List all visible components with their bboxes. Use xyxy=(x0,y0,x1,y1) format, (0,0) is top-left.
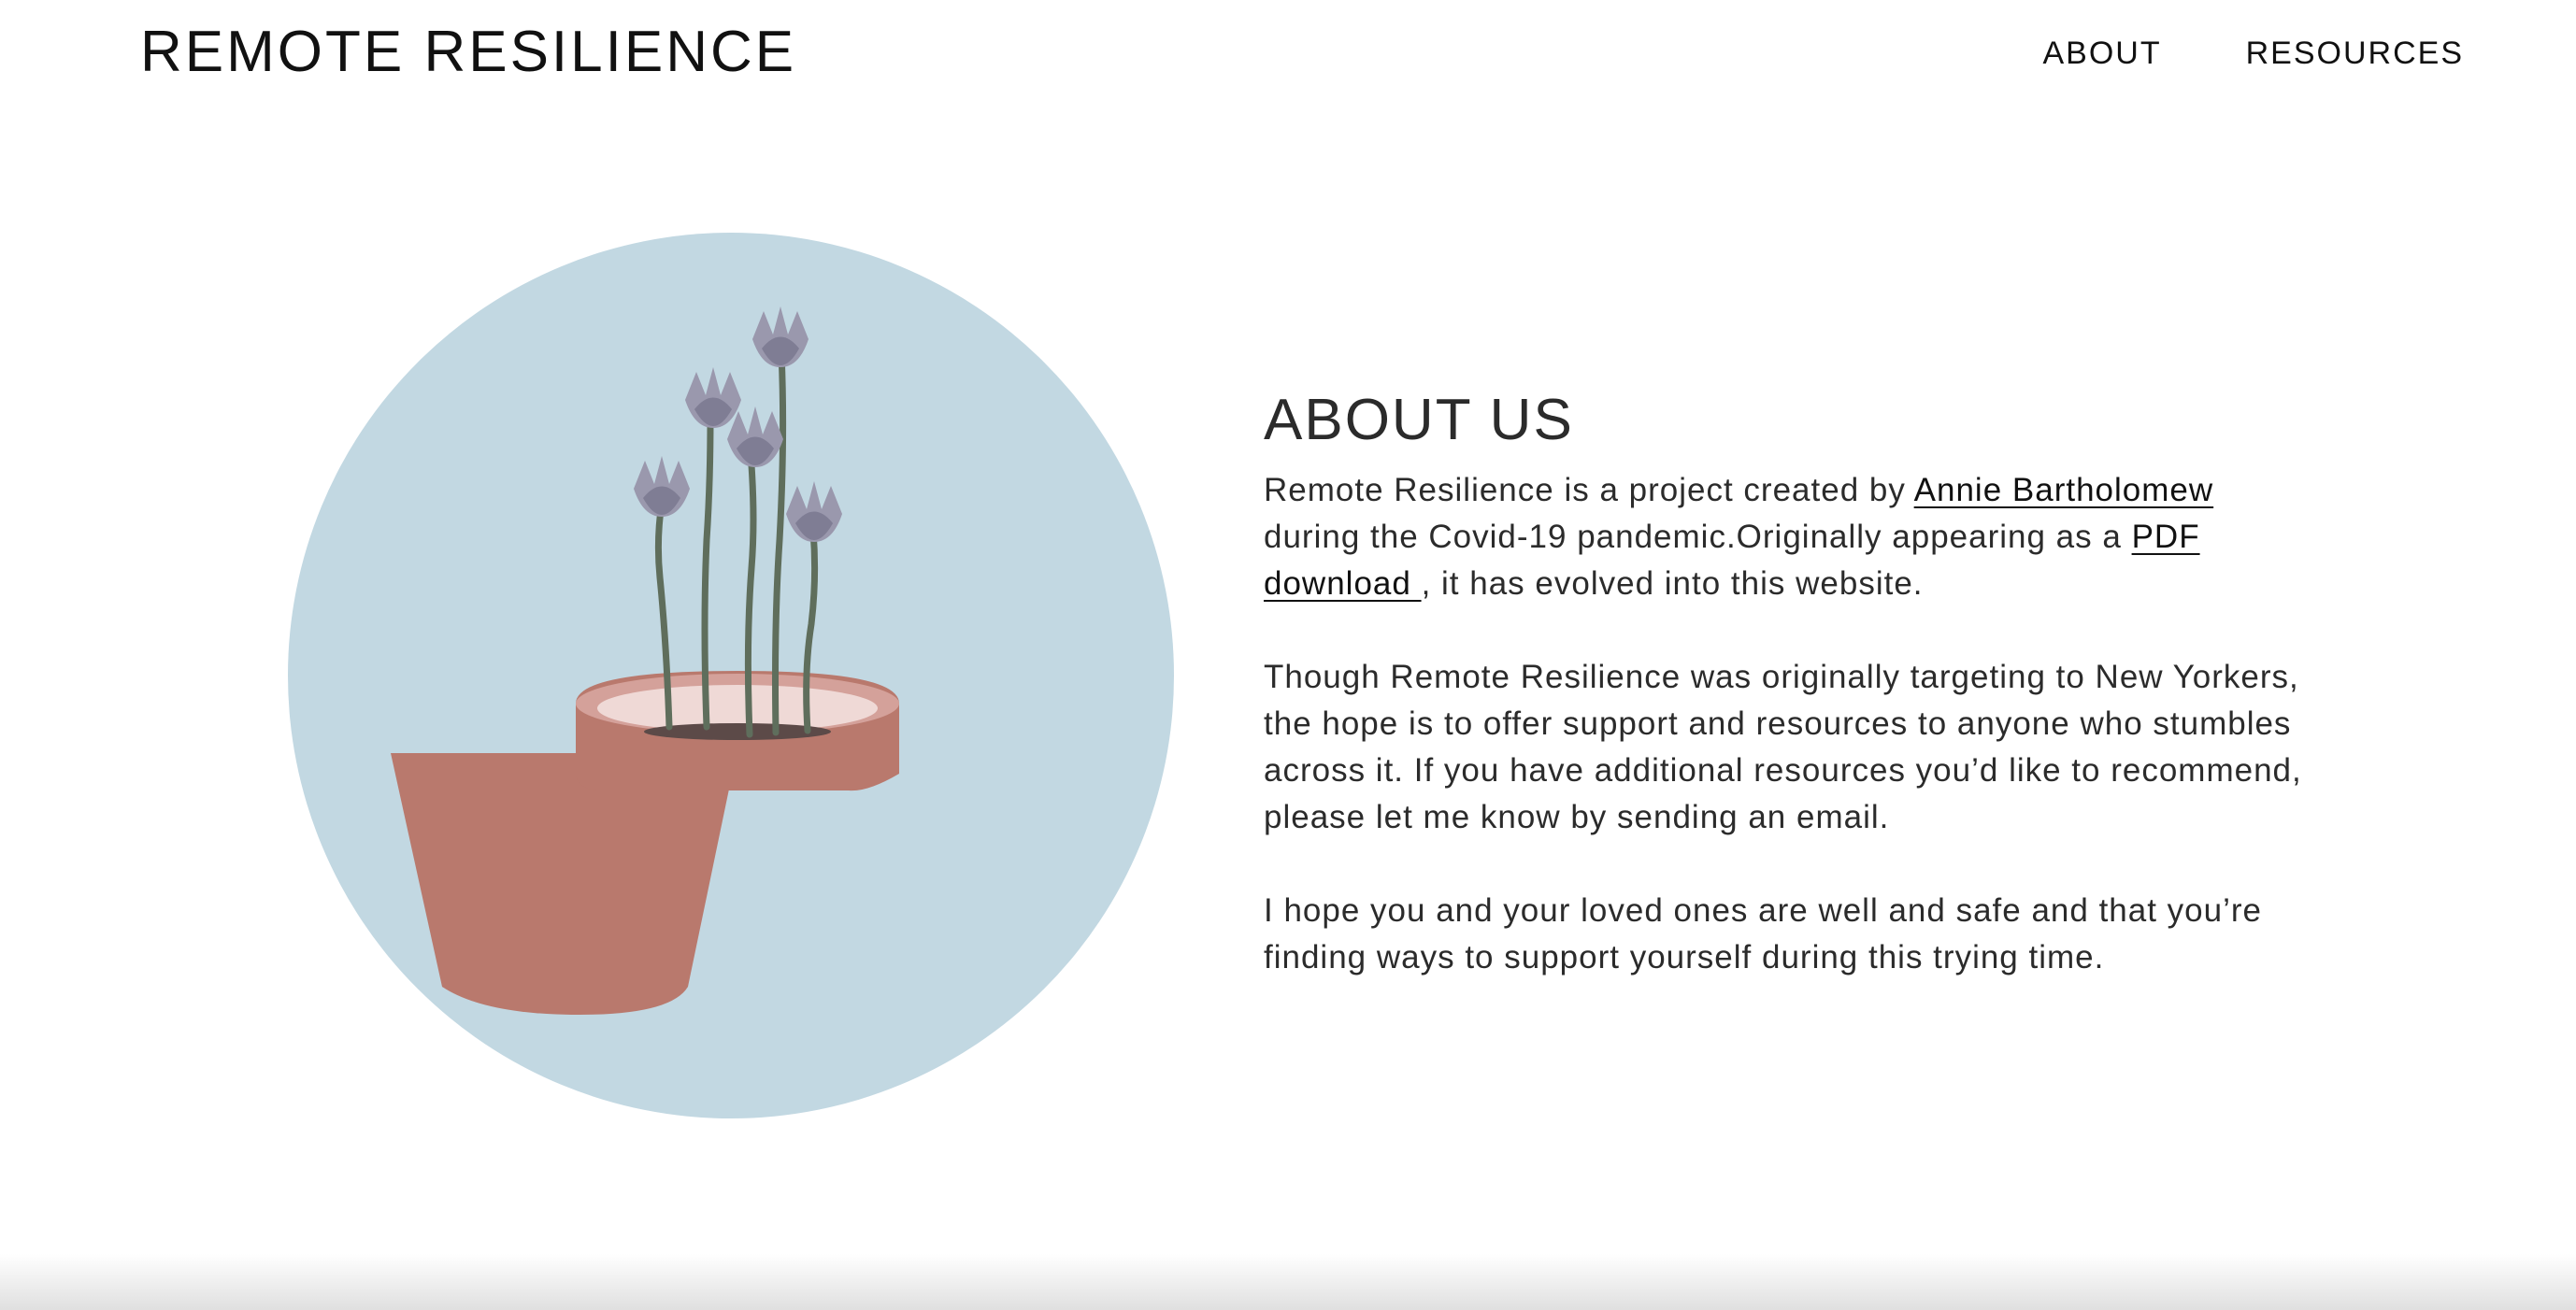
about-heading: ABOUT US xyxy=(1264,388,1574,452)
potted-flowers-illustration xyxy=(288,233,1174,1118)
bottom-shadow xyxy=(0,1254,2576,1310)
author-link[interactable]: Annie Bartholomew xyxy=(1914,472,2214,508)
about-paragraph-3: I hope you and your loved ones are well … xyxy=(1264,892,2263,975)
site-title[interactable]: REMOTE RESILIENCE xyxy=(140,19,796,86)
nav-resources-link[interactable]: RESOURCES xyxy=(2246,34,2464,73)
about-paragraph-1: Remote Resilience is a project created b… xyxy=(1264,467,2320,607)
about-p1-text-middle: during the Covid-19 pandemic.Originally … xyxy=(1264,519,2132,555)
about-p1-text-after: , it has evolved into this website. xyxy=(1421,565,1924,602)
nav-about-link[interactable]: ABOUT xyxy=(2043,34,2162,73)
about-p1-text-before: Remote Resilience is a project created b… xyxy=(1264,472,1914,508)
main-nav: ABOUT RESOURCES xyxy=(2043,34,2465,73)
pot-body xyxy=(391,753,737,1012)
about-paragraph-2: Though Remote Resilience was originally … xyxy=(1264,659,2302,835)
about-section: ABOUT US Remote Resilience is a project … xyxy=(1264,385,2320,1028)
